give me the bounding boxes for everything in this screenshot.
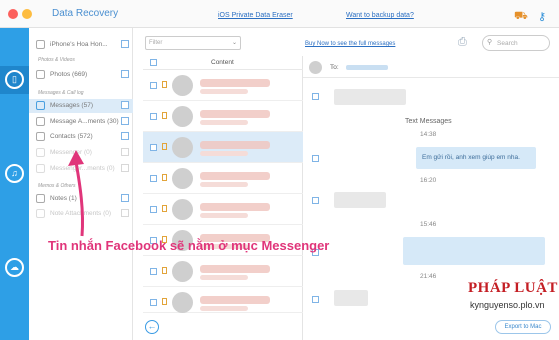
outgoing-bubble: Em gửi rồi, anh xem giúp em nha.: [416, 147, 536, 169]
checkbox[interactable]: [121, 164, 129, 172]
checkbox[interactable]: [121, 148, 129, 156]
list-item[interactable]: [143, 194, 303, 225]
message-checkbox[interactable]: [312, 296, 319, 303]
itunes-recovery-icon[interactable]: ♫: [5, 164, 24, 183]
list-item[interactable]: [143, 70, 303, 101]
avatar: [172, 292, 193, 313]
outgoing-bubble-redacted: [403, 237, 545, 265]
annotation-callout: Tin nhắn Facebook sẽ nằm ở mục Messenger: [48, 238, 330, 253]
lock-icon: [162, 143, 167, 150]
avatar: [172, 168, 193, 189]
list-item[interactable]: [143, 256, 303, 287]
list-item[interactable]: [143, 101, 303, 132]
incoming-bubble: [334, 89, 406, 105]
notes-icon: [36, 194, 45, 203]
lock-icon: [162, 81, 167, 88]
printer-icon[interactable]: ⎙: [458, 36, 467, 49]
annotation-arrow: [68, 150, 85, 237]
filter-select[interactable]: Filter: [145, 36, 241, 50]
checkbox[interactable]: [121, 117, 129, 125]
timestamp: 15:46: [420, 221, 437, 228]
select-all-checkbox[interactable]: [150, 59, 157, 66]
search-input[interactable]: Search: [482, 35, 550, 51]
list-item[interactable]: [143, 132, 303, 163]
close-window-button[interactable]: [8, 9, 18, 19]
checkbox[interactable]: [121, 132, 129, 140]
sidebar-item-device[interactable]: iPhone's Hoa Hon...: [29, 38, 133, 52]
contacts-icon: [36, 132, 45, 141]
timestamp: 21:46: [420, 273, 437, 280]
sidebar-item-message-attachments[interactable]: Message A...ments (30): [29, 115, 133, 129]
export-button[interactable]: Export to Mac: [495, 320, 551, 334]
chevron-down-icon: ⌄: [232, 40, 238, 46]
app-title: Data Recovery: [52, 8, 119, 19]
photos-icon: [36, 70, 45, 79]
sidebar-item-photos[interactable]: Photos (669): [29, 68, 133, 82]
lock-icon: [162, 174, 167, 181]
message-checkbox[interactable]: [312, 155, 319, 162]
lock-icon: [162, 267, 167, 274]
sidebar-item-messages[interactable]: Messages (57): [29, 99, 133, 113]
lock-icon: [162, 298, 167, 305]
phone-icon: [36, 40, 45, 49]
incoming-bubble: [334, 290, 368, 306]
list-header: Content: [143, 56, 303, 70]
checkbox[interactable]: [121, 40, 129, 48]
to-label: To:: [330, 64, 339, 71]
device-recovery-icon[interactable]: ▯: [5, 70, 24, 89]
checkbox[interactable]: [121, 70, 129, 78]
brand-logo: PHÁP LUẬT: [468, 280, 558, 296]
conversation-title: Text Messages: [405, 118, 452, 125]
timestamp: 14:38: [420, 131, 437, 138]
minimize-window-button[interactable]: [22, 9, 32, 19]
buy-now-link[interactable]: Buy Now to see the full messages: [305, 41, 395, 47]
list-item[interactable]: [143, 287, 303, 313]
icloud-recovery-icon[interactable]: ☁: [5, 258, 24, 277]
search-icon: ⚲: [487, 39, 493, 46]
eraser-link[interactable]: iOS Private Data Eraser: [218, 12, 293, 19]
checkbox[interactable]: [121, 101, 129, 109]
column-header-content: Content: [211, 59, 234, 66]
recipient-number-redacted: [346, 65, 388, 70]
checkbox[interactable]: [121, 209, 129, 217]
checkbox[interactable]: [121, 194, 129, 202]
messenger-icon: [36, 148, 45, 157]
back-button[interactable]: ←: [145, 320, 159, 334]
section-label: Messages & Call log: [38, 90, 84, 96]
avatar: [172, 106, 193, 127]
avatar: [172, 75, 193, 96]
key-icon[interactable]: ⚷: [538, 10, 546, 23]
lock-icon: [162, 205, 167, 212]
attachment-icon: [36, 117, 45, 126]
backup-link[interactable]: Want to backup data?: [346, 12, 414, 19]
message-checkbox[interactable]: [312, 93, 319, 100]
recipient-row: [303, 56, 559, 78]
avatar: [172, 137, 193, 158]
recipient-avatar: [309, 61, 322, 74]
message-icon: [36, 101, 45, 110]
avatar: [172, 261, 193, 282]
site-url: kynguyenso.plo.vn: [470, 300, 545, 310]
avatar: [172, 199, 193, 220]
cart-icon[interactable]: ⛟: [514, 10, 528, 24]
message-checkbox[interactable]: [312, 197, 319, 204]
list-item[interactable]: [143, 163, 303, 194]
attachment-icon: [36, 164, 45, 173]
sidebar-item-contacts[interactable]: Contacts (572): [29, 130, 133, 144]
attachment-icon: [36, 209, 45, 218]
lock-icon: [162, 112, 167, 119]
incoming-bubble: [334, 192, 386, 208]
section-label: Photos & Videos: [38, 57, 75, 63]
timestamp: 16:20: [420, 177, 437, 184]
